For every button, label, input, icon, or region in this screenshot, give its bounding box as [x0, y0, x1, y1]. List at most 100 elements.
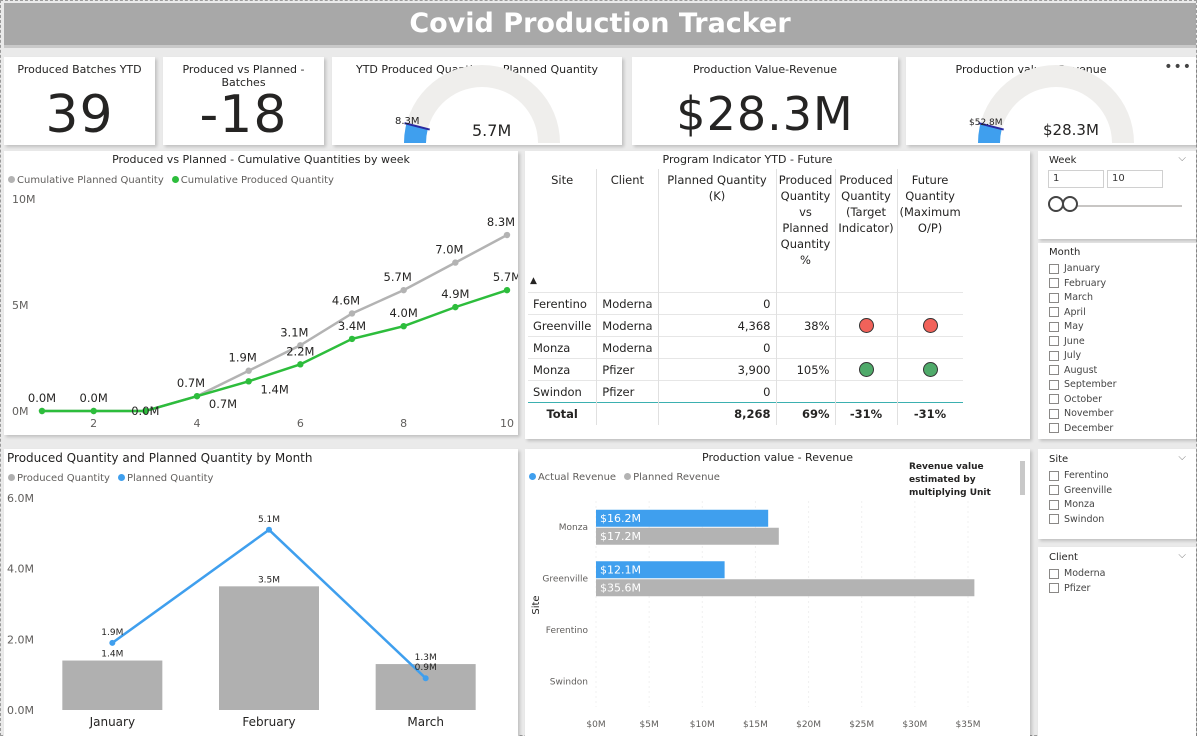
data-point[interactable]: [348, 310, 356, 317]
client-slicer[interactable]: Client ⌵ Moderna Pfizer: [1038, 547, 1196, 736]
col-header-site[interactable]: Site: [528, 169, 598, 271]
data-point[interactable]: [400, 286, 407, 294]
checkbox[interactable]: [1049, 423, 1059, 433]
slicer-option-december[interactable]: December: [1049, 423, 1113, 434]
data-point[interactable]: [422, 675, 429, 682]
slicer-option-moderna[interactable]: Moderna: [1049, 568, 1105, 579]
slicer-option-february[interactable]: February: [1049, 278, 1106, 289]
slicer-option-november[interactable]: November: [1049, 408, 1113, 419]
data-point[interactable]: [452, 259, 459, 266]
checkbox[interactable]: [1049, 583, 1059, 593]
slider-handle-end[interactable]: [1062, 196, 1078, 212]
data-point[interactable]: [297, 361, 304, 368]
checkbox[interactable]: [1049, 292, 1059, 303]
data-point[interactable]: [348, 335, 356, 343]
gauge-card-quantity[interactable]: YTD Produced Quantity vs Planned Quantit…: [332, 57, 622, 145]
checkbox[interactable]: [1049, 263, 1059, 274]
checkbox[interactable]: [1049, 321, 1059, 332]
col-header-client[interactable]: Client: [596, 169, 659, 271]
data-point[interactable]: [90, 407, 97, 415]
data-point[interactable]: [245, 367, 252, 374]
bar-produced[interactable]: [62, 660, 163, 710]
checkbox[interactable]: [1049, 499, 1059, 510]
title-banner: Covid Production Tracker: [4, 3, 1196, 48]
chevron-down-icon[interactable]: ⌵: [1178, 550, 1186, 561]
slicer-option-september[interactable]: September: [1049, 379, 1117, 390]
x-tick-label: 10: [500, 417, 514, 430]
slicer-option-label: August: [1064, 364, 1098, 376]
data-label-planned: 0.7M: [177, 376, 205, 390]
checkbox[interactable]: [1049, 365, 1059, 375]
cell-total-planned: 8,268: [658, 402, 777, 425]
checkbox[interactable]: [1049, 485, 1059, 495]
col-header-planned[interactable]: Planned Quantity (K): [658, 169, 777, 271]
slicer-option-january[interactable]: January: [1049, 263, 1100, 274]
data-point[interactable]: [503, 231, 511, 239]
slicer-option-label: March: [1064, 292, 1093, 303]
slicer-option-october[interactable]: October: [1049, 394, 1102, 405]
checkbox[interactable]: [1049, 408, 1059, 419]
slicer-option-monza[interactable]: Monza: [1049, 499, 1095, 510]
col-header-future[interactable]: Future Quantity (Maximum O/P): [897, 169, 963, 271]
slicer-option-pfizer[interactable]: Pfizer: [1049, 583, 1090, 594]
table-row[interactable]: Swindon Pfizer 0: [528, 380, 963, 403]
checkbox[interactable]: [1049, 568, 1059, 579]
slicer-option-april[interactable]: April: [1049, 307, 1086, 318]
data-point[interactable]: [452, 303, 459, 311]
week-to-input[interactable]: 10: [1107, 170, 1163, 188]
data-point[interactable]: [400, 323, 407, 330]
checkbox[interactable]: [1049, 278, 1059, 288]
gauge-card-revenue[interactable]: Production value - Revenue ••• $52.8M $2…: [906, 57, 1196, 145]
data-point[interactable]: [193, 392, 201, 400]
table-row[interactable]: Monza Pfizer 3,900 105%: [528, 358, 963, 381]
month-slicer[interactable]: Month January February March April May June Ju…: [1038, 243, 1196, 439]
checkbox[interactable]: [1049, 470, 1059, 481]
data-point[interactable]: [266, 526, 272, 533]
table-row[interactable]: Greenville Moderna 4,368 38%: [528, 314, 963, 337]
cell-client: Pfizer: [596, 380, 659, 403]
data-label-produced: 2.2M: [286, 344, 314, 358]
slicer-option-march[interactable]: March: [1049, 292, 1093, 303]
data-point[interactable]: [245, 378, 252, 385]
checkbox[interactable]: [1049, 379, 1059, 390]
slicer-option-ferentino[interactable]: Ferentino: [1049, 470, 1109, 481]
data-label-planned: 5.7M: [384, 270, 412, 284]
bar-data-label: 1.4M: [101, 650, 123, 660]
checkbox[interactable]: [1049, 514, 1059, 524]
checkbox[interactable]: [1049, 307, 1059, 317]
cumulative-chart-card[interactable]: Produced vs Planned - Cumulative Quantit…: [4, 151, 518, 435]
bar-produced[interactable]: [219, 586, 319, 710]
site-slicer[interactable]: Site ⌵ Ferentino Greenville Monza Swindon: [1038, 449, 1196, 539]
kpi-card-value-revenue[interactable]: Production Value-Revenue $28.3M: [632, 57, 898, 145]
data-point[interactable]: [38, 407, 46, 415]
monthly-chart-card[interactable]: Produced Quantity and Planned Quantity b…: [4, 449, 518, 736]
data-label-produced: 0.0M: [80, 391, 108, 405]
table-row[interactable]: Ferentino Moderna 0: [528, 292, 963, 315]
slicer-option-july[interactable]: July: [1049, 350, 1081, 361]
data-point[interactable]: [109, 639, 116, 646]
sort-up-icon[interactable]: ▲: [528, 271, 598, 293]
checkbox[interactable]: [1049, 350, 1059, 361]
week-slicer[interactable]: Week ⌵ 1 10: [1038, 151, 1196, 239]
bar-data-label: $35.6M: [600, 581, 641, 594]
col-header-target[interactable]: Produced Quantity (Target Indicator): [835, 169, 898, 271]
chevron-down-icon[interactable]: ⌵: [1178, 452, 1186, 463]
checkbox[interactable]: [1049, 394, 1059, 404]
slicer-option-june[interactable]: June: [1049, 336, 1085, 347]
slicer-option-august[interactable]: August: [1049, 365, 1097, 376]
program-table-card[interactable]: Program Indicator YTD - Future Site Clie…: [525, 151, 1030, 439]
data-point[interactable]: [503, 286, 511, 294]
slicer-option-swindon[interactable]: Swindon: [1049, 514, 1104, 525]
revenue-chart-card[interactable]: Production value - Revenue Actual Revenu…: [525, 449, 1030, 736]
x-tick-label: January: [89, 715, 136, 729]
bar-planned-revenue[interactable]: [596, 579, 975, 597]
checkbox[interactable]: [1049, 336, 1059, 346]
slicer-option-may[interactable]: May: [1049, 321, 1084, 332]
slicer-option-greenville[interactable]: Greenville: [1049, 485, 1112, 496]
week-from-input[interactable]: 1: [1048, 170, 1104, 188]
col-header-pct[interactable]: Produced Quantity vs Planned Quantity %: [776, 169, 836, 271]
kpi-card-vs-planned[interactable]: Produced vs Planned - Batches -18: [163, 57, 324, 145]
table-row[interactable]: Monza Moderna 0: [528, 336, 963, 359]
chevron-down-icon[interactable]: ⌵: [1178, 153, 1186, 164]
kpi-card-batches[interactable]: Produced Batches YTD 39: [4, 57, 155, 145]
